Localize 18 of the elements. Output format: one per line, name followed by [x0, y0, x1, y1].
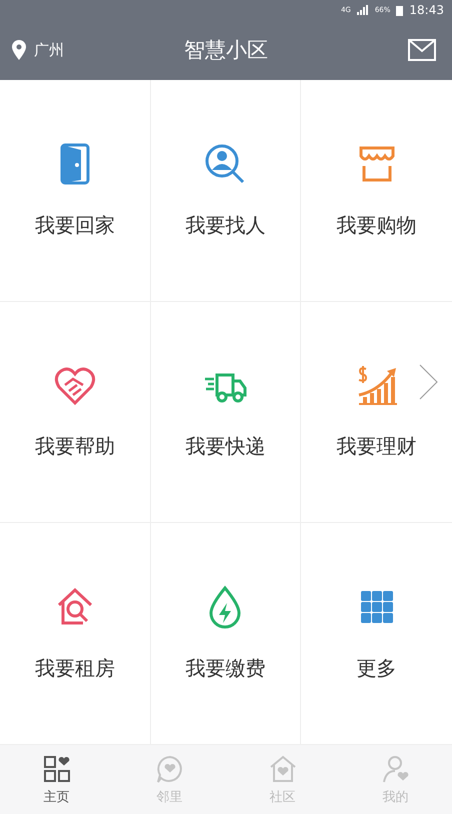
- clock: 18:43: [409, 3, 444, 17]
- location-pin-icon[interactable]: [12, 40, 26, 60]
- app-title: 智慧小区: [184, 37, 268, 64]
- city-label[interactable]: 广州: [34, 40, 64, 60]
- house-heart-icon: [268, 754, 298, 784]
- heart-chat-icon: [154, 754, 184, 784]
- home-tiles-icon: [42, 754, 72, 784]
- service-tile[interactable]: 我要回家: [0, 80, 151, 302]
- nav-tab[interactable]: 主页: [0, 745, 113, 814]
- service-tile[interactable]: 我要找人: [150, 80, 302, 302]
- signal-icon: [356, 5, 369, 15]
- battery-icon: [396, 4, 404, 16]
- service-tile[interactable]: 我要缴费: [150, 523, 302, 745]
- mail-icon[interactable]: [408, 39, 436, 61]
- service-tile[interactable]: 我要租房: [0, 523, 151, 745]
- service-tile[interactable]: 我要快递: [150, 302, 302, 524]
- service-tile[interactable]: 我要帮助: [0, 302, 151, 524]
- user-heart-icon: [380, 754, 410, 784]
